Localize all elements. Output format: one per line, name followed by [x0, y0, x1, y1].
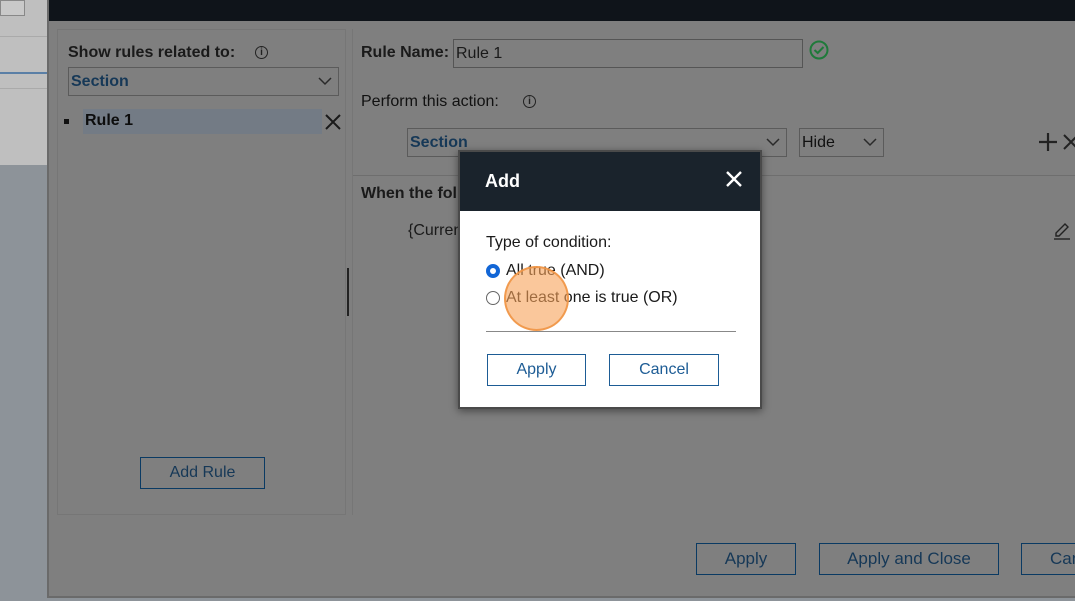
- background-app-field: [0, 0, 25, 16]
- footer-apply-button[interactable]: Apply: [696, 543, 796, 575]
- delete-rule-icon[interactable]: [324, 113, 342, 131]
- footer-apply-close-button[interactable]: Apply and Close: [819, 543, 999, 575]
- background-tab-underline: [0, 72, 48, 74]
- modal-header: Add: [460, 152, 760, 211]
- panel-splitter-handle[interactable]: [347, 268, 349, 316]
- radio-all-true[interactable]: All true (AND): [486, 262, 605, 280]
- modal-title: Add: [485, 171, 520, 191]
- rules-list-panel: Show rules related to: i Section Rule 1 …: [57, 29, 346, 515]
- rules-filter-select[interactable]: Section: [68, 67, 339, 96]
- info-icon[interactable]: i: [523, 95, 536, 108]
- action-type-value: Hide: [802, 134, 835, 151]
- add-rule-button[interactable]: Add Rule: [140, 457, 265, 489]
- modal-divider: [486, 331, 736, 332]
- pencil-icon[interactable]: [1053, 222, 1071, 240]
- radio-button[interactable]: [486, 291, 500, 305]
- chevron-down-icon: [318, 77, 332, 86]
- rules-filter-value: Section: [71, 73, 129, 90]
- background-divider: [0, 88, 48, 89]
- condition-expression: {Curren: [408, 222, 463, 239]
- when-condition-label: When the foll: [361, 185, 462, 202]
- background-app-toolbar: [0, 0, 48, 165]
- radio-at-least-one[interactable]: At least one is true (OR): [486, 289, 678, 307]
- rule-list-item[interactable]: Rule 1: [83, 109, 322, 134]
- rule-name-input[interactable]: [453, 39, 803, 68]
- close-icon[interactable]: [724, 169, 744, 189]
- modal-apply-button[interactable]: Apply: [487, 354, 586, 386]
- background-app: [0, 0, 48, 601]
- chevron-down-icon: [766, 138, 780, 147]
- remove-action-icon[interactable]: [1061, 133, 1075, 151]
- add-action-icon[interactable]: [1038, 132, 1058, 152]
- perform-action-label: Perform this action:: [361, 93, 499, 110]
- radio-button-checked[interactable]: [486, 264, 500, 278]
- action-type-select[interactable]: Hide: [799, 128, 884, 157]
- list-bullet: [64, 119, 69, 124]
- footer-cancel-button[interactable]: Can: [1021, 543, 1075, 575]
- add-condition-modal: Add Type of condition: All true (AND) At…: [458, 150, 762, 409]
- background-divider: [0, 36, 48, 37]
- chevron-down-icon: [863, 138, 877, 147]
- check-circle-icon: [809, 40, 829, 60]
- radio-at-least-one-label: At least one is true (OR): [506, 289, 678, 306]
- rule-name-label: Rule Name:: [361, 44, 450, 61]
- show-rules-label: Show rules related to:: [68, 44, 236, 61]
- modal-cancel-button[interactable]: Cancel: [609, 354, 719, 386]
- info-icon[interactable]: i: [255, 46, 268, 59]
- condition-type-label: Type of condition:: [486, 234, 612, 251]
- action-target-value: Section: [410, 134, 468, 151]
- rules-dialog-header: [49, 0, 1075, 21]
- radio-all-true-label: All true (AND): [506, 262, 605, 279]
- rule-list-item-label: Rule 1: [85, 112, 134, 129]
